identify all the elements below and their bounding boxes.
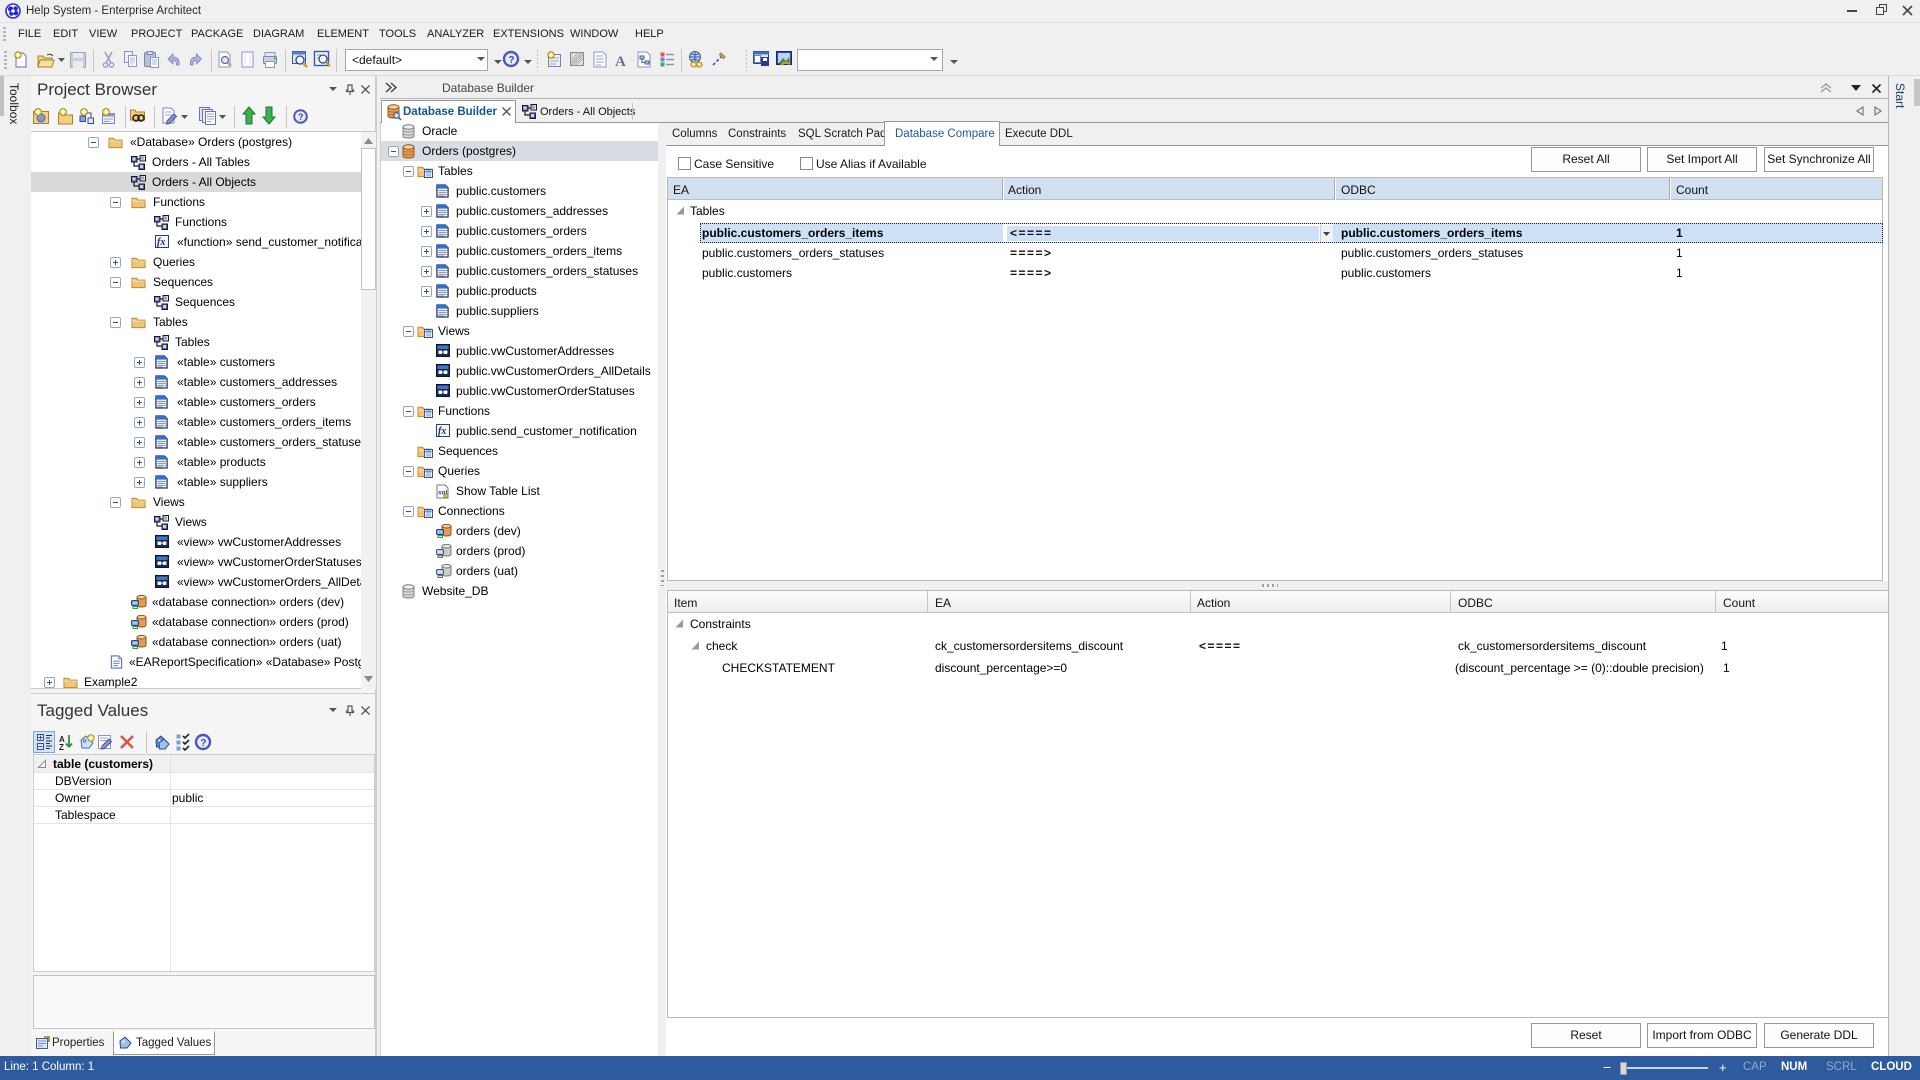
svg-text:?: ? (508, 55, 514, 66)
svg-text:A: A (615, 54, 626, 70)
svg-text:Z: Z (59, 743, 64, 752)
svg-text:?: ? (200, 738, 206, 749)
